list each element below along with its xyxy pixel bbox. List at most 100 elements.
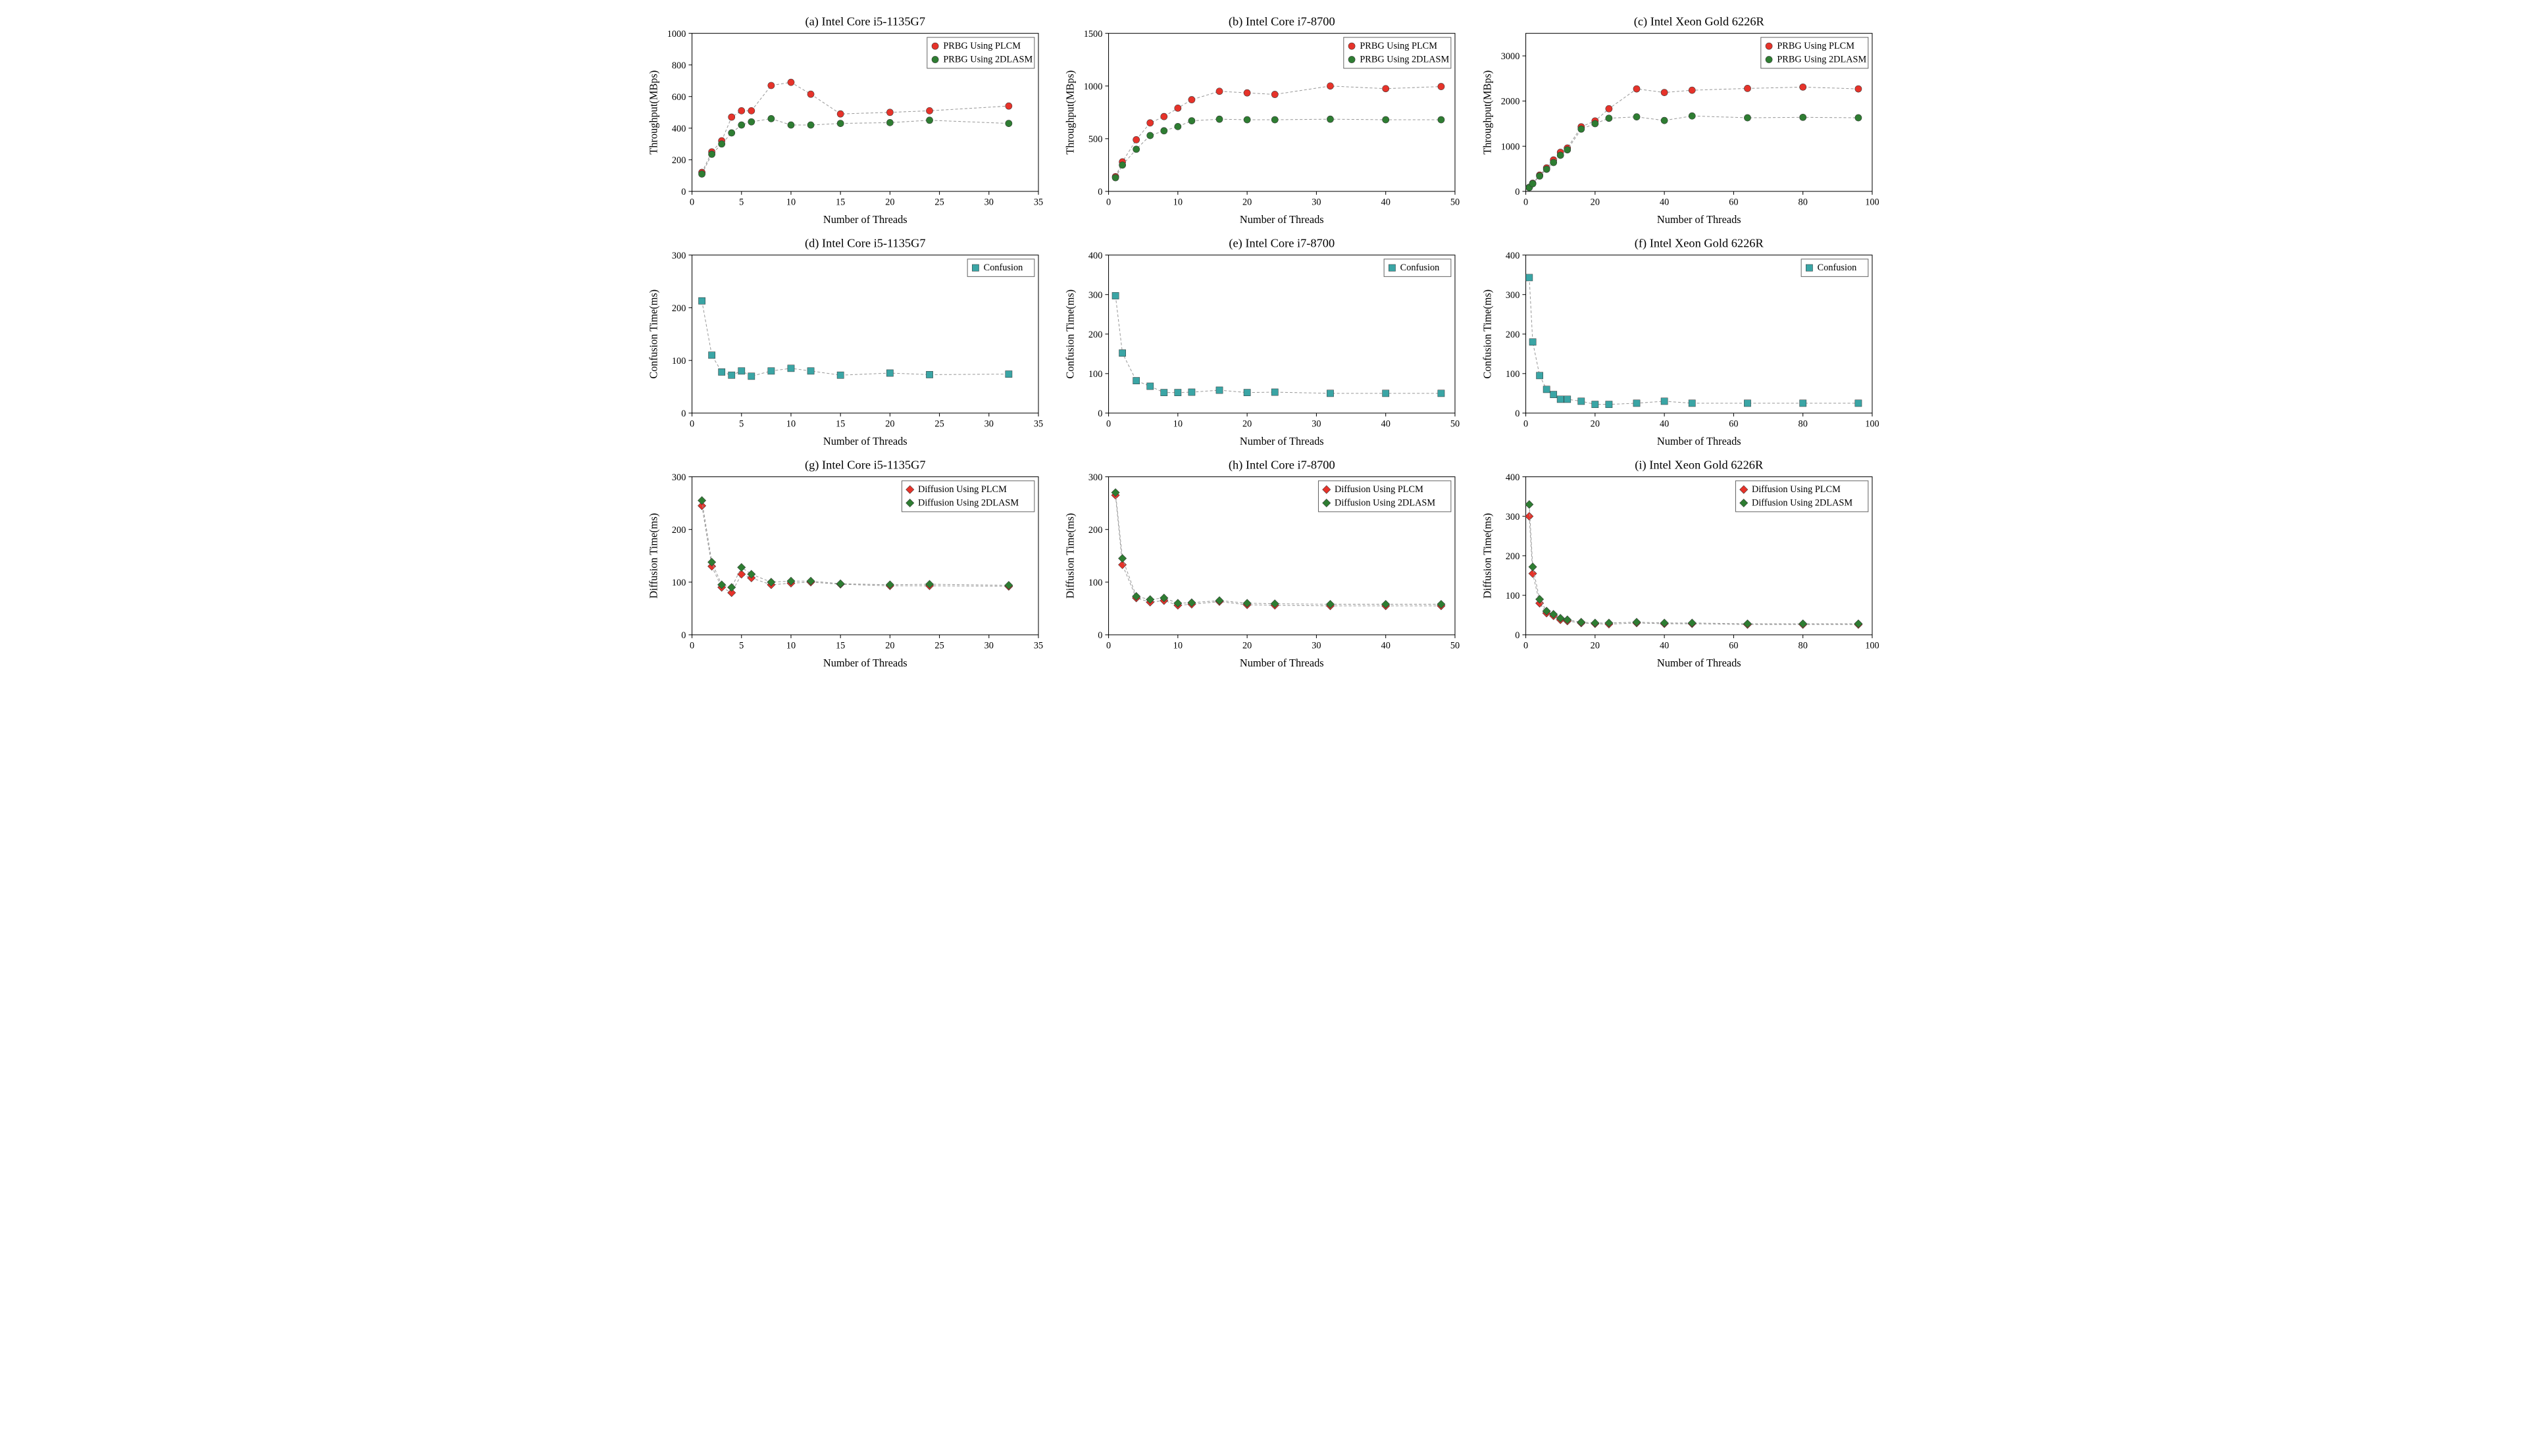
xtick: 30 xyxy=(984,197,994,207)
ytick: 100 xyxy=(672,356,686,366)
ytick: 100 xyxy=(1506,591,1519,601)
xtick: 0 xyxy=(1523,197,1528,207)
xtick: 35 xyxy=(1034,197,1043,207)
y-axis-label: Throughput(MBps) xyxy=(1064,70,1077,155)
y-axis-label: Confusion Time(ms) xyxy=(1064,289,1077,379)
ytick: 1000 xyxy=(1084,82,1103,92)
xtick: 15 xyxy=(836,641,845,651)
xtick: 50 xyxy=(1450,197,1460,207)
ytick: 200 xyxy=(1506,330,1519,340)
y-axis-label: Throughput(MBps) xyxy=(1481,70,1493,155)
ytick: 300 xyxy=(1506,290,1519,301)
ytick: 300 xyxy=(1088,290,1102,301)
xtick: 10 xyxy=(1173,641,1183,651)
y-axis-label: Confusion Time(ms) xyxy=(647,289,659,379)
ytick: 300 xyxy=(672,251,686,261)
legend-label: Diffusion Using PLCM xyxy=(1752,484,1841,495)
ytick: 0 xyxy=(1515,409,1519,419)
xtick: 0 xyxy=(1523,418,1528,429)
xtick: 20 xyxy=(885,197,894,207)
xtick: 20 xyxy=(1242,418,1252,429)
xtick: 10 xyxy=(786,418,796,429)
xtick: 30 xyxy=(1312,197,1321,207)
legend-label: Confusion xyxy=(1817,263,1856,273)
legend-label: Diffusion Using 2DLASM xyxy=(1752,498,1852,509)
xtick: 0 xyxy=(1523,641,1528,651)
xtick: 10 xyxy=(786,641,796,651)
ytick: 2000 xyxy=(1500,97,1519,107)
legend-label: PRBG Using 2DLASM xyxy=(1777,55,1866,65)
x-axis-label: Number of Threads xyxy=(1657,657,1741,669)
chart-cell-g: 051015202530350100200300(g) Intel Core i… xyxy=(645,457,1048,672)
chart-cell-d: 051015202530350100200300(d) Intel Core i… xyxy=(645,235,1048,450)
chart-g: 051015202530350100200300(g) Intel Core i… xyxy=(645,457,1048,672)
chart-i: 0204060801000100200300400(i) Intel Xeon … xyxy=(1479,457,1882,672)
xtick: 35 xyxy=(1034,418,1043,429)
xtick: 0 xyxy=(690,197,694,207)
chart-h: 010203040500100200300(h) Intel Core i7-8… xyxy=(1061,457,1465,672)
ytick: 500 xyxy=(1088,134,1102,145)
xtick: 5 xyxy=(739,641,744,651)
ytick: 0 xyxy=(681,187,686,197)
legend-label: Diffusion Using PLCM xyxy=(918,484,1007,495)
chart-cell-i: 0204060801000100200300400(i) Intel Xeon … xyxy=(1479,457,1882,672)
chart-a: 0510152025303502004006008001000(a) Intel… xyxy=(645,13,1048,228)
y-axis-label: Throughput(MBps) xyxy=(647,70,659,155)
chart-title: (b) Intel Core i7-8700 xyxy=(1229,14,1335,28)
ytick: 100 xyxy=(1088,369,1102,380)
ytick: 1500 xyxy=(1084,29,1103,39)
xtick: 0 xyxy=(1106,418,1111,429)
ytick: 0 xyxy=(1098,630,1103,641)
legend-label: PRBG Using PLCM xyxy=(943,41,1021,51)
chart-cell-e: 010203040500100200300400(e) Intel Core i… xyxy=(1061,235,1465,450)
legend-label: Confusion xyxy=(984,263,1023,273)
x-axis-label: Number of Threads xyxy=(823,213,907,226)
xtick: 5 xyxy=(739,418,744,429)
ytick: 200 xyxy=(672,155,686,166)
xtick: 10 xyxy=(1173,418,1183,429)
xtick: 10 xyxy=(1173,197,1183,207)
ytick: 400 xyxy=(672,124,686,134)
xtick: 40 xyxy=(1660,197,1669,207)
chart-cell-h: 010203040500100200300(h) Intel Core i7-8… xyxy=(1061,457,1465,672)
x-axis-label: Number of Threads xyxy=(823,657,907,669)
ytick: 0 xyxy=(1098,187,1103,197)
legend-label: Diffusion Using PLCM xyxy=(1335,484,1423,495)
ytick: 400 xyxy=(1506,251,1519,261)
xtick: 25 xyxy=(934,418,944,429)
chart-grid: 0510152025303502004006008001000(a) Intel… xyxy=(645,13,1882,672)
ytick: 100 xyxy=(1088,578,1102,588)
xtick: 30 xyxy=(984,418,994,429)
xtick: 40 xyxy=(1381,418,1391,429)
ytick: 800 xyxy=(672,61,686,71)
x-axis-label: Number of Threads xyxy=(1657,213,1741,226)
ytick: 300 xyxy=(1506,512,1519,522)
legend-label: PRBG Using 2DLASM xyxy=(1360,55,1450,65)
x-axis-label: Number of Threads xyxy=(1240,213,1324,226)
ytick: 100 xyxy=(1506,369,1519,380)
y-axis-label: Confusion Time(ms) xyxy=(1481,289,1493,379)
y-axis-label: Diffusion Time(ms) xyxy=(1481,513,1493,599)
xtick: 15 xyxy=(836,197,845,207)
xtick: 30 xyxy=(1312,641,1321,651)
xtick: 25 xyxy=(934,641,944,651)
xtick: 60 xyxy=(1729,641,1738,651)
ytick: 1000 xyxy=(1500,141,1519,152)
chart-b: 01020304050050010001500(b) Intel Core i7… xyxy=(1061,13,1465,228)
xtick: 5 xyxy=(739,197,744,207)
ytick: 100 xyxy=(672,578,686,588)
legend-label: PRBG Using PLCM xyxy=(1777,41,1854,51)
xtick: 20 xyxy=(1590,641,1599,651)
x-axis-label: Number of Threads xyxy=(823,435,907,447)
chart-title: (i) Intel Xeon Gold 6226R xyxy=(1635,459,1764,472)
y-axis-label: Diffusion Time(ms) xyxy=(647,513,659,599)
ytick: 3000 xyxy=(1500,51,1519,62)
xtick: 20 xyxy=(1242,641,1252,651)
xtick: 50 xyxy=(1450,641,1460,651)
xtick: 40 xyxy=(1381,197,1391,207)
xtick: 30 xyxy=(984,641,994,651)
xtick: 100 xyxy=(1865,641,1879,651)
ytick: 0 xyxy=(1515,630,1519,641)
chart-cell-c: 0204060801000100020003000(c) Intel Xeon … xyxy=(1479,13,1882,228)
chart-title: (a) Intel Core i5-1135G7 xyxy=(805,14,926,28)
